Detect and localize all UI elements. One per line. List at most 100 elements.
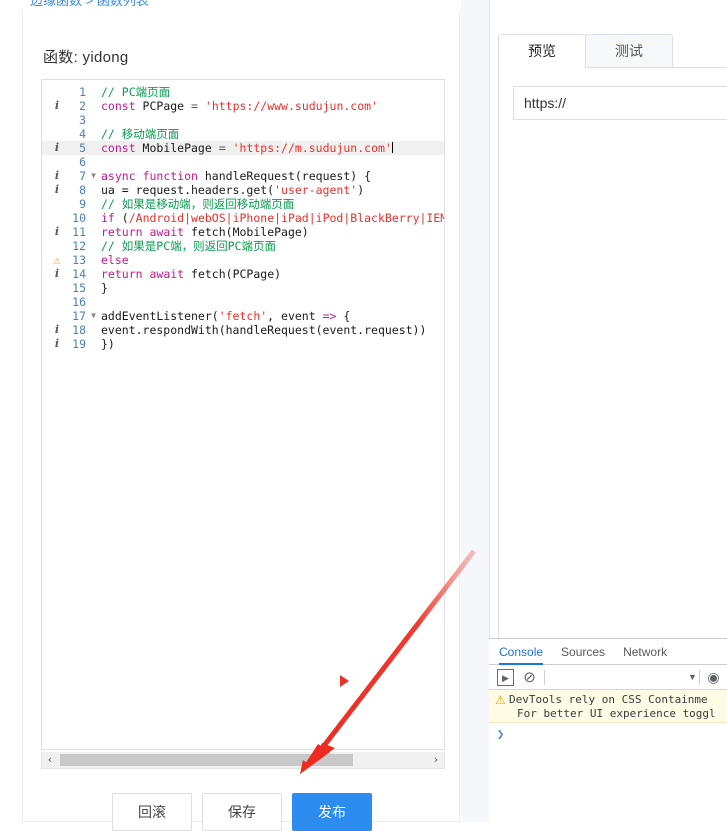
code-text: event.respondWith(handleRequest(event.re…: [101, 323, 427, 337]
info-marker-icon[interactable]: i: [50, 225, 64, 239]
execution-context-icon[interactable]: ▶: [497, 669, 514, 686]
devtools-console-toolbar: ▶ ⊘ ▼ ◉: [489, 665, 727, 690]
line-number: 2: [79, 99, 86, 113]
devtools-tab-console[interactable]: Console: [499, 639, 544, 665]
code-text: async function handleRequest(request) {: [101, 169, 372, 183]
publish-button[interactable]: 发布: [292, 793, 372, 831]
code-line[interactable]: i 14 return await fetch(PCPage): [42, 267, 444, 281]
clear-console-icon[interactable]: ⊘: [521, 669, 538, 686]
code-text: addEventListener('fetch', event => {: [101, 309, 351, 323]
code-line[interactable]: 17 ▼ addEventListener('fetch', event => {: [42, 309, 444, 323]
code-line[interactable]: 4 // 移动端页面: [42, 127, 444, 141]
code-line[interactable]: 3: [42, 113, 444, 127]
code-text: else: [101, 253, 129, 267]
line-number: 3: [79, 113, 86, 127]
code-text: // 如果是PC端，则返回PC端页面: [101, 239, 276, 253]
preview-url-input[interactable]: https://: [513, 86, 727, 120]
action-button-row: 回滚 保存 发布: [23, 793, 461, 831]
save-button[interactable]: 保存: [202, 793, 282, 831]
info-marker-icon[interactable]: i: [50, 169, 64, 183]
line-number: 9: [79, 197, 86, 211]
code-line[interactable]: i 7 ▼ async function handleRequest(request)…: [42, 169, 444, 183]
line-number: 16: [72, 295, 86, 309]
text-cursor: [391, 142, 393, 153]
line-number: 11: [72, 225, 86, 239]
code-text: if (/Android|webOS|iPhone|iPad|iPod|Blac…: [101, 211, 444, 225]
editor-horizontal-scrollbar[interactable]: ‹ ›: [41, 752, 445, 769]
line-number: 18: [72, 323, 86, 337]
line-number: 4: [79, 127, 86, 141]
fold-toggle-icon[interactable]: ▼: [89, 309, 98, 323]
code-line[interactable]: 10 if (/Android|webOS|iPhone|iPad|iPod|Bl…: [42, 211, 444, 225]
info-marker-icon[interactable]: i: [50, 323, 64, 337]
code-line[interactable]: 15}: [42, 281, 444, 295]
code-line[interactable]: i 19}): [42, 337, 444, 351]
page-title: 函数: yidong: [43, 49, 129, 66]
console-warning-message: ⚠ DevTools rely on CSS Containme For bet…: [489, 690, 727, 723]
code-lines-container: 1 // PC端页面 i 2 const PCPage = 'https://www.s…: [42, 85, 444, 351]
function-editor-card: 函数: yidong 1 // PC端页面 i 2 const PCPage = 'ht…: [22, 11, 460, 831]
code-line[interactable]: i 18 event.respondWith(handleRequest(event…: [42, 323, 444, 337]
code-editor[interactable]: 1 // PC端页面 i 2 const PCPage = 'https://www.s…: [41, 79, 445, 750]
code-line[interactable]: 6: [42, 155, 444, 169]
fold-toggle-icon[interactable]: ▼: [89, 169, 98, 183]
preview-tab-bar: 预览 测试: [498, 34, 673, 68]
line-number: 13: [72, 253, 86, 267]
line-number: 6: [79, 155, 86, 169]
tab-test[interactable]: 测试: [585, 34, 673, 68]
code-line[interactable]: i 11 return await fetch(MobilePage): [42, 225, 444, 239]
warning-icon: ⚠: [495, 693, 506, 707]
console-prompt-icon[interactable]: ❯: [497, 727, 504, 741]
devtools-tab-sources[interactable]: Sources: [561, 639, 605, 665]
info-marker-icon[interactable]: i: [50, 99, 64, 113]
code-line[interactable]: ⚠ 13 else: [42, 253, 444, 267]
code-line[interactable]: i 5 const MobilePage = 'https://m.sudujun.…: [42, 141, 444, 155]
devtools-tab-bar: Console Sources Network: [489, 639, 727, 665]
code-text: // 如果是移动端，则返回移动端页面: [101, 197, 295, 211]
preview-body: https://: [498, 68, 727, 640]
warning-marker-icon[interactable]: ⚠: [50, 253, 64, 267]
code-text: return await fetch(PCPage): [101, 267, 282, 281]
toolbar-separator: [544, 670, 545, 685]
code-line[interactable]: 16: [42, 295, 444, 309]
code-text: ua = request.headers.get('user-agent'): [101, 183, 365, 197]
line-number: 17: [72, 309, 86, 323]
line-number: 19: [72, 337, 86, 351]
code-text: }: [101, 281, 108, 295]
info-marker-icon[interactable]: i: [50, 267, 64, 281]
code-text: // PC端页面: [101, 85, 171, 99]
code-text: const PCPage = 'https://www.sudujun.com': [101, 99, 378, 113]
warning-line-1: DevTools rely on CSS Containme: [509, 693, 708, 706]
code-line[interactable]: i 8 ua = request.headers.get('user-agent'): [42, 183, 444, 197]
code-text: // 移动端页面: [101, 127, 180, 141]
code-line[interactable]: 1 // PC端页面: [42, 85, 444, 99]
code-line[interactable]: i 2 const PCPage = 'https://www.sudujun.co…: [42, 99, 444, 113]
code-line[interactable]: 12 // 如果是PC端，则返回PC端页面: [42, 239, 444, 253]
line-number: 8: [79, 183, 86, 197]
breadcrumb[interactable]: 边缘函数 > 函数列表: [30, 0, 149, 9]
code-text: }): [101, 337, 115, 351]
toolbar-separator-2: [699, 670, 700, 685]
line-number: 12: [72, 239, 86, 253]
line-number: 5: [79, 141, 86, 155]
line-number: 7: [79, 169, 86, 183]
info-marker-icon[interactable]: i: [50, 141, 64, 155]
line-number: 10: [72, 211, 86, 225]
line-number: 14: [72, 267, 86, 281]
panel-divider: [461, 0, 489, 822]
eye-icon[interactable]: ◉: [705, 669, 722, 686]
line-number: 1: [79, 85, 86, 99]
scroll-left-arrow-icon[interactable]: ‹: [42, 752, 58, 767]
line-number: 15: [72, 281, 86, 295]
code-line[interactable]: 9 // 如果是移动端，则返回移动端页面: [42, 197, 444, 211]
info-marker-icon[interactable]: i: [50, 337, 64, 351]
rollback-button[interactable]: 回滚: [112, 793, 192, 831]
cursor-pointer-marker: [340, 675, 349, 687]
scroll-right-arrow-icon[interactable]: ›: [428, 752, 444, 767]
devtools-tab-network[interactable]: Network: [623, 639, 667, 665]
scrollbar-thumb[interactable]: [60, 754, 353, 766]
info-marker-icon[interactable]: i: [50, 183, 64, 197]
tab-preview[interactable]: 预览: [498, 34, 586, 68]
devtools-panel: Console Sources Network ▶ ⊘ ▼ ◉ ⚠ DevToo…: [489, 638, 727, 822]
warning-line-2: For better UI experience toggl: [517, 707, 716, 720]
